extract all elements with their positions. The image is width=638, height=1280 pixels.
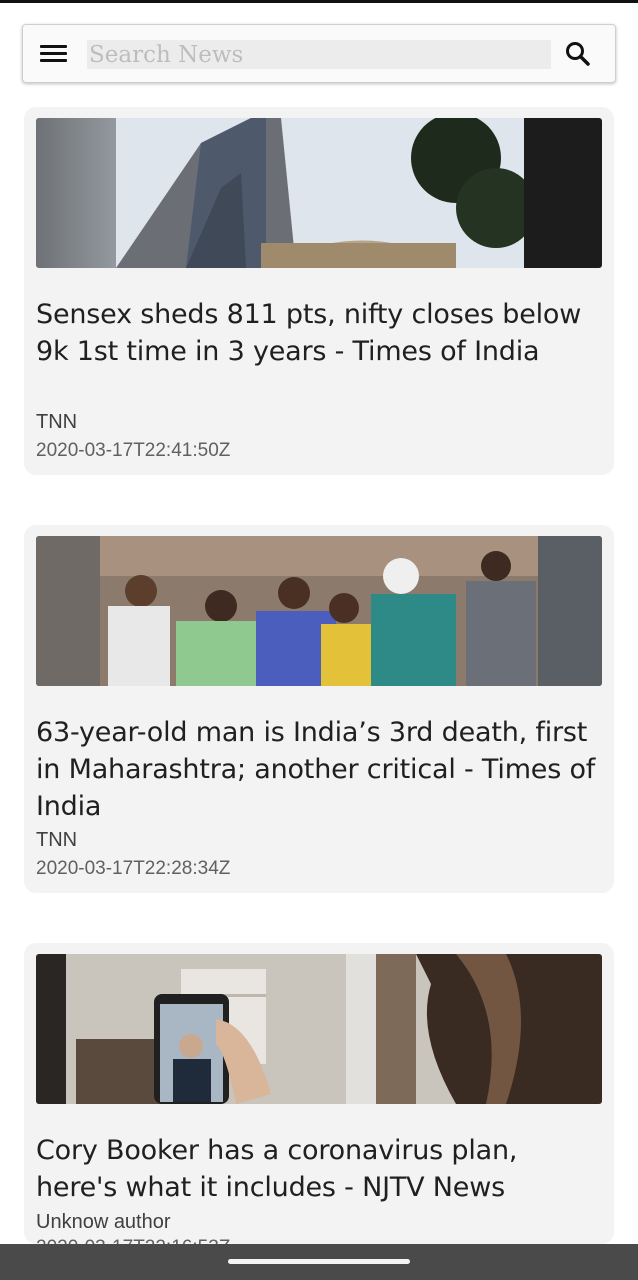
article-title[interactable]: Sensex sheds 811 pts, nifty closes below…	[36, 296, 602, 370]
search-bar	[22, 24, 616, 83]
search-icon[interactable]	[563, 39, 593, 69]
article-author: TNN	[36, 411, 78, 433]
article-timestamp: 2020-03-17T22:28:34Z	[36, 858, 231, 879]
system-navigation-bar	[0, 1244, 638, 1280]
article-image	[36, 118, 602, 268]
news-card[interactable]: 63-year-old man is India’s 3rd death, fi…	[24, 525, 614, 893]
status-bar-edge	[0, 0, 638, 3]
article-timestamp: 2020-03-17T22:41:50Z	[36, 440, 231, 461]
article-title[interactable]: Cory Booker has a coronavirus plan, here…	[36, 1132, 602, 1206]
home-gesture-handle[interactable]	[228, 1259, 410, 1264]
article-title[interactable]: 63-year-old man is India’s 3rd death, fi…	[36, 714, 602, 825]
article-image	[36, 954, 602, 1104]
article-author: Unknow author	[36, 1211, 171, 1233]
hamburger-menu-icon[interactable]	[37, 42, 71, 68]
article-author: TNN	[36, 829, 78, 851]
search-input[interactable]	[87, 40, 551, 69]
article-image	[36, 536, 602, 686]
news-card[interactable]: Sensex sheds 811 pts, nifty closes below…	[24, 107, 614, 475]
news-card[interactable]: Cory Booker has a coronavirus plan, here…	[24, 943, 614, 1258]
